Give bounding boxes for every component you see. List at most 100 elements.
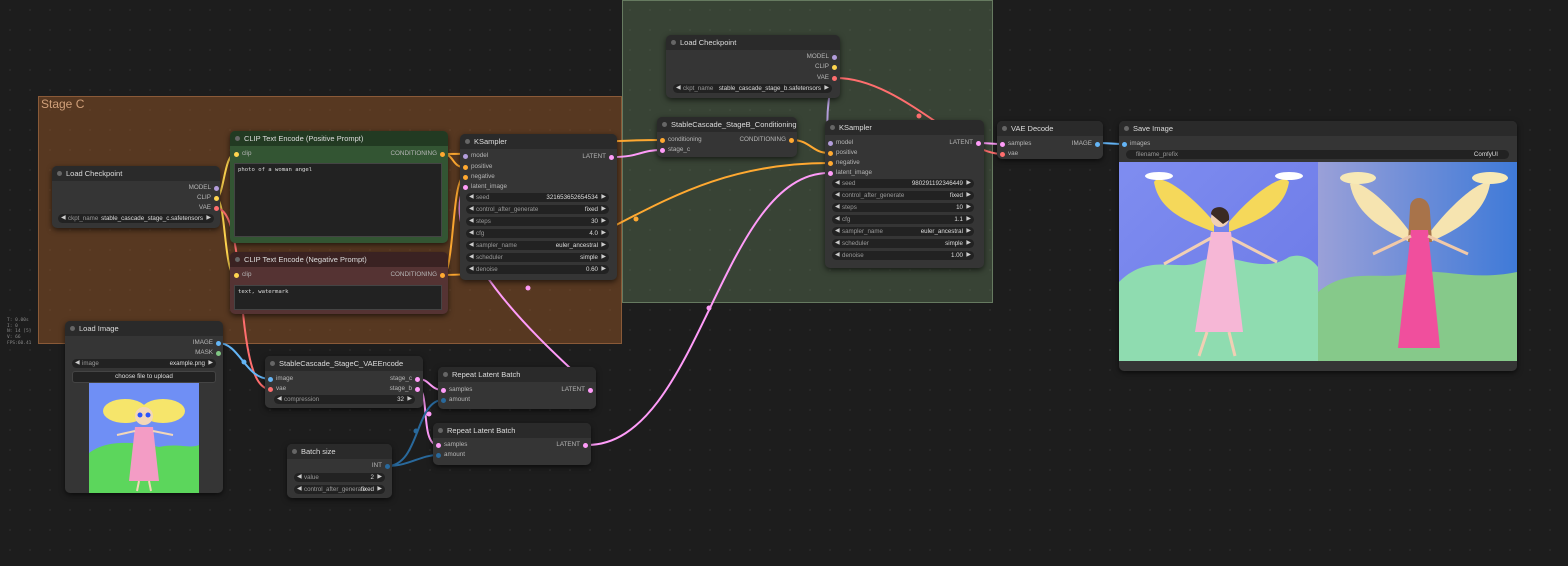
output-clip[interactable]: CLIP	[197, 193, 220, 203]
collapse-dot-icon[interactable]	[438, 428, 443, 433]
node-batch-size[interactable]: Batch size INT ◀ value 2 ▶ ◀ control_after_g…	[287, 444, 392, 498]
collapse-dot-icon[interactable]	[292, 449, 297, 454]
input-negative[interactable]: negative	[462, 172, 495, 182]
node-title[interactable]: KSampler	[460, 134, 617, 149]
slot-dot-icon[interactable]	[1095, 142, 1100, 147]
arrow-right-icon[interactable]: ▶	[966, 227, 971, 236]
output-image[interactable]: IMAGE	[193, 338, 222, 348]
node-clip-text-encode-positive[interactable]: CLIP Text Encode (Positive Prompt) clip …	[230, 131, 448, 243]
collapse-dot-icon[interactable]	[1002, 126, 1007, 131]
arrow-left-icon[interactable]: ◀	[277, 395, 282, 404]
slot-dot-icon[interactable]	[463, 175, 468, 180]
ckpt-name-combo[interactable]: ◀ ckpt_name stable_cascade_stage_b.safeten…	[673, 84, 832, 93]
output-stage-c[interactable]: stage_c	[390, 374, 421, 384]
output-vae[interactable]: VAE	[817, 73, 838, 83]
seed-widget[interactable]: ◀ seed 980291192346449 ▶	[832, 179, 974, 188]
image-combo[interactable]: ◀ image example.png ▶	[72, 359, 216, 368]
batch-value-widget[interactable]: ◀ value 2 ▶	[294, 473, 385, 482]
node-title[interactable]: Load Checkpoint	[52, 166, 220, 181]
node-repeat-latent-batch-2[interactable]: Repeat Latent Batch samples amount LATEN…	[433, 423, 591, 465]
slot-dot-icon[interactable]	[828, 141, 833, 146]
collapse-dot-icon[interactable]	[671, 40, 676, 45]
input-positive[interactable]: positive	[827, 148, 857, 158]
slot-dot-icon[interactable]	[441, 398, 446, 403]
input-vae[interactable]: vae	[267, 384, 286, 394]
arrow-right-icon[interactable]: ▶	[601, 205, 606, 214]
output-latent[interactable]: LATENT	[582, 152, 615, 162]
arrow-right-icon[interactable]: ▶	[966, 203, 971, 212]
node-vae-decode[interactable]: VAE Decode samples vae IMAGE	[997, 121, 1103, 159]
slot-dot-icon[interactable]	[828, 161, 833, 166]
arrow-right-icon[interactable]: ▶	[601, 241, 606, 250]
slot-dot-icon[interactable]	[609, 155, 614, 160]
slot-dot-icon[interactable]	[832, 55, 837, 60]
output-stage-b[interactable]: stage_b	[390, 384, 421, 394]
seed-widget[interactable]: ◀ seed 321653652654534 ▶	[466, 193, 609, 202]
input-amount[interactable]: amount	[435, 450, 465, 460]
node-load-checkpoint-b[interactable]: Load Checkpoint MODEL CLIP VAE ◀ ckpt_nam…	[666, 35, 840, 98]
node-load-checkpoint-c[interactable]: Load Checkpoint MODEL CLIP VAE ◀ ckpt_nam…	[52, 166, 220, 228]
control-after-generate-widget[interactable]: ◀ control_after_generate fixed ▶	[466, 205, 609, 214]
arrow-right-icon[interactable]: ▶	[601, 217, 606, 226]
arrow-left-icon[interactable]: ◀	[469, 265, 474, 274]
node-title[interactable]: Load Image	[65, 321, 223, 336]
arrow-left-icon[interactable]: ◀	[835, 203, 840, 212]
control-after-generate-widget[interactable]: ◀ control_after_generate fixed ▶	[832, 191, 974, 200]
denoise-widget[interactable]: ◀ denoise 1.00 ▶	[832, 251, 974, 260]
upload-button[interactable]: choose file to upload	[72, 371, 216, 383]
node-stagec-vae-encode[interactable]: StableCascade_StageC_VAEEncode image vae…	[265, 356, 423, 408]
scheduler-widget[interactable]: ◀ scheduler simple ▶	[832, 239, 974, 248]
slot-dot-icon[interactable]	[234, 273, 239, 278]
input-positive[interactable]: positive	[462, 162, 492, 172]
input-model[interactable]: model	[462, 151, 488, 161]
input-samples[interactable]: samples	[435, 440, 467, 450]
slot-dot-icon[interactable]	[660, 138, 665, 143]
arrow-left-icon[interactable]: ◀	[835, 191, 840, 200]
node-title[interactable]: CLIP Text Encode (Negative Prompt)	[230, 252, 448, 267]
slot-dot-icon[interactable]	[832, 76, 837, 81]
batch-control-widget[interactable]: ◀ control_after_generate fixed ▶	[294, 485, 385, 494]
output-image-2[interactable]	[1318, 162, 1517, 361]
node-repeat-latent-batch-1[interactable]: Repeat Latent Batch samples amount LATEN…	[438, 367, 596, 409]
node-clip-text-encode-negative[interactable]: CLIP Text Encode (Negative Prompt) clip …	[230, 252, 448, 314]
ckpt-name-combo[interactable]: ◀ ckpt_name stable_cascade_stage_c.safeten…	[58, 214, 214, 223]
output-conditioning[interactable]: CONDITIONING	[390, 149, 446, 159]
input-latent-image[interactable]: latent_image	[827, 168, 872, 178]
output-vae[interactable]: VAE	[199, 203, 220, 213]
output-conditioning[interactable]: CONDITIONING	[390, 270, 446, 280]
cfg-widget[interactable]: ◀ cfg 4.0 ▶	[466, 229, 609, 238]
slot-dot-icon[interactable]	[463, 165, 468, 170]
input-latent-image[interactable]: latent_image	[462, 182, 507, 192]
arrow-left-icon[interactable]: ◀	[469, 229, 474, 238]
node-title[interactable]: VAE Decode	[997, 121, 1103, 136]
slot-dot-icon[interactable]	[1000, 152, 1005, 157]
slot-dot-icon[interactable]	[214, 196, 219, 201]
input-amount[interactable]: amount	[440, 395, 470, 405]
arrow-right-icon[interactable]: ▶	[601, 265, 606, 274]
arrow-right-icon[interactable]: ▶	[824, 84, 829, 93]
output-mask[interactable]: MASK	[195, 348, 222, 358]
slot-dot-icon[interactable]	[828, 171, 833, 176]
arrow-left-icon[interactable]: ◀	[469, 241, 474, 250]
output-model[interactable]: MODEL	[807, 52, 838, 62]
node-title[interactable]: Save Image	[1119, 121, 1517, 136]
node-title[interactable]: StableCascade_StageC_VAEEncode	[265, 356, 423, 371]
output-latent[interactable]: LATENT	[949, 138, 982, 148]
arrow-left-icon[interactable]: ◀	[676, 84, 681, 93]
slot-dot-icon[interactable]	[832, 65, 837, 70]
arrow-right-icon[interactable]: ▶	[601, 193, 606, 202]
collapse-dot-icon[interactable]	[465, 139, 470, 144]
collapse-dot-icon[interactable]	[235, 257, 240, 262]
slot-dot-icon[interactable]	[234, 152, 239, 157]
slot-dot-icon[interactable]	[463, 185, 468, 190]
arrow-left-icon[interactable]: ◀	[469, 205, 474, 214]
arrow-left-icon[interactable]: ◀	[75, 359, 80, 368]
slot-dot-icon[interactable]	[583, 443, 588, 448]
input-negative[interactable]: negative	[827, 158, 860, 168]
arrow-right-icon[interactable]: ▶	[377, 473, 382, 482]
input-samples[interactable]: samples	[440, 385, 472, 395]
slot-dot-icon[interactable]	[436, 443, 441, 448]
node-stageb-conditioning[interactable]: StableCascade_StageB_Conditioning condit…	[657, 117, 797, 157]
node-ksampler-c[interactable]: KSampler model positive negative latent_…	[460, 134, 617, 280]
node-title[interactable]: Repeat Latent Batch	[433, 423, 591, 438]
